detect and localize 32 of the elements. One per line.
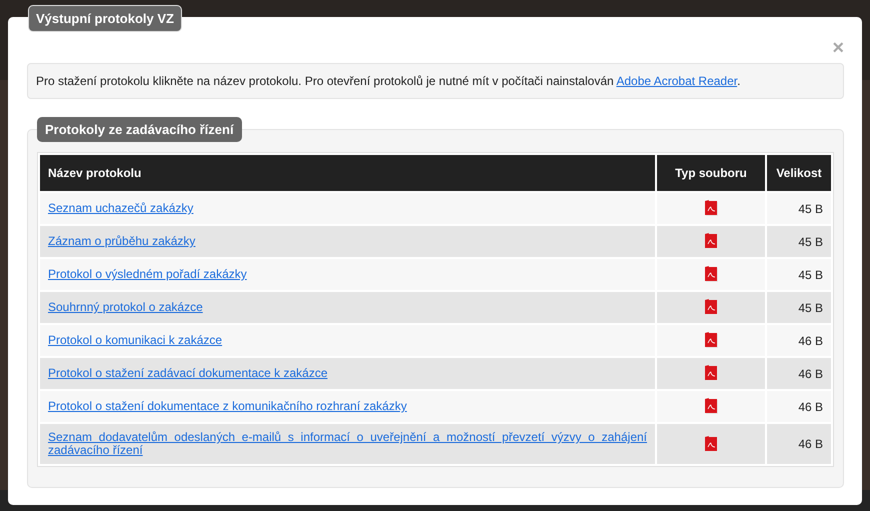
section-title: Protokoly ze zadávacího řízení — [37, 117, 242, 142]
info-text: Pro stažení protokolu klikněte na název protokolu. Pro otevření protokolů je nutné mít v počítači nainstalován Adobe Acrobat Reader. — [36, 74, 740, 88]
protocol-link[interactable]: Záznam o průběhu zakázky — [48, 235, 647, 248]
table-cell: 46 B — [767, 358, 831, 389]
acrobat-link[interactable]: Adobe Acrobat Reader — [616, 74, 738, 88]
table-cell: 45 B — [767, 226, 831, 257]
pdf-icon[interactable] — [704, 299, 718, 316]
table-cell: 45 B — [767, 193, 831, 224]
protocol-link[interactable]: Seznam uchazečů zakázky — [48, 202, 647, 215]
protocol-link[interactable]: Protokol o komunikaci k zakázce — [48, 334, 647, 347]
table-cell: 46 B — [767, 325, 831, 356]
protocol-link[interactable]: Seznam dodavatelům odeslaných e-mailů s informací o uveřejnění a možností převzetí výzvy o zahájení zadávacího řízení — [48, 431, 647, 457]
pdf-icon[interactable] — [704, 266, 718, 283]
table-cell: 45 B — [767, 292, 831, 323]
pdf-icon[interactable] — [704, 332, 718, 349]
close-button[interactable]: × — [832, 37, 844, 59]
protocol-link[interactable]: Protokol o stažení zadávací dokumentace k zakázce — [48, 367, 647, 380]
protocol-link[interactable]: Protokol o výsledném pořadí zakázky — [48, 268, 647, 281]
pdf-icon[interactable] — [704, 398, 718, 415]
table-cell: 46 B — [767, 391, 831, 422]
column-header: Název protokolu — [40, 155, 655, 191]
table-cell: 45 B — [767, 259, 831, 290]
column-header: Typ souboru — [657, 155, 765, 191]
column-header: Velikost — [767, 155, 831, 191]
protocol-link[interactable]: Protokol o stažení dokumentace z komunikačního rozhraní zakázky — [48, 400, 647, 413]
pdf-icon[interactable] — [704, 365, 718, 382]
pdf-icon[interactable] — [704, 200, 718, 217]
pdf-icon[interactable] — [704, 233, 718, 250]
protocol-link[interactable]: Souhrnný protokol o zakázce — [48, 301, 647, 314]
dialog-title: Výstupní protokoly VZ — [28, 5, 182, 32]
pdf-icon[interactable] — [704, 436, 718, 452]
table-cell: 46 B — [767, 424, 831, 464]
